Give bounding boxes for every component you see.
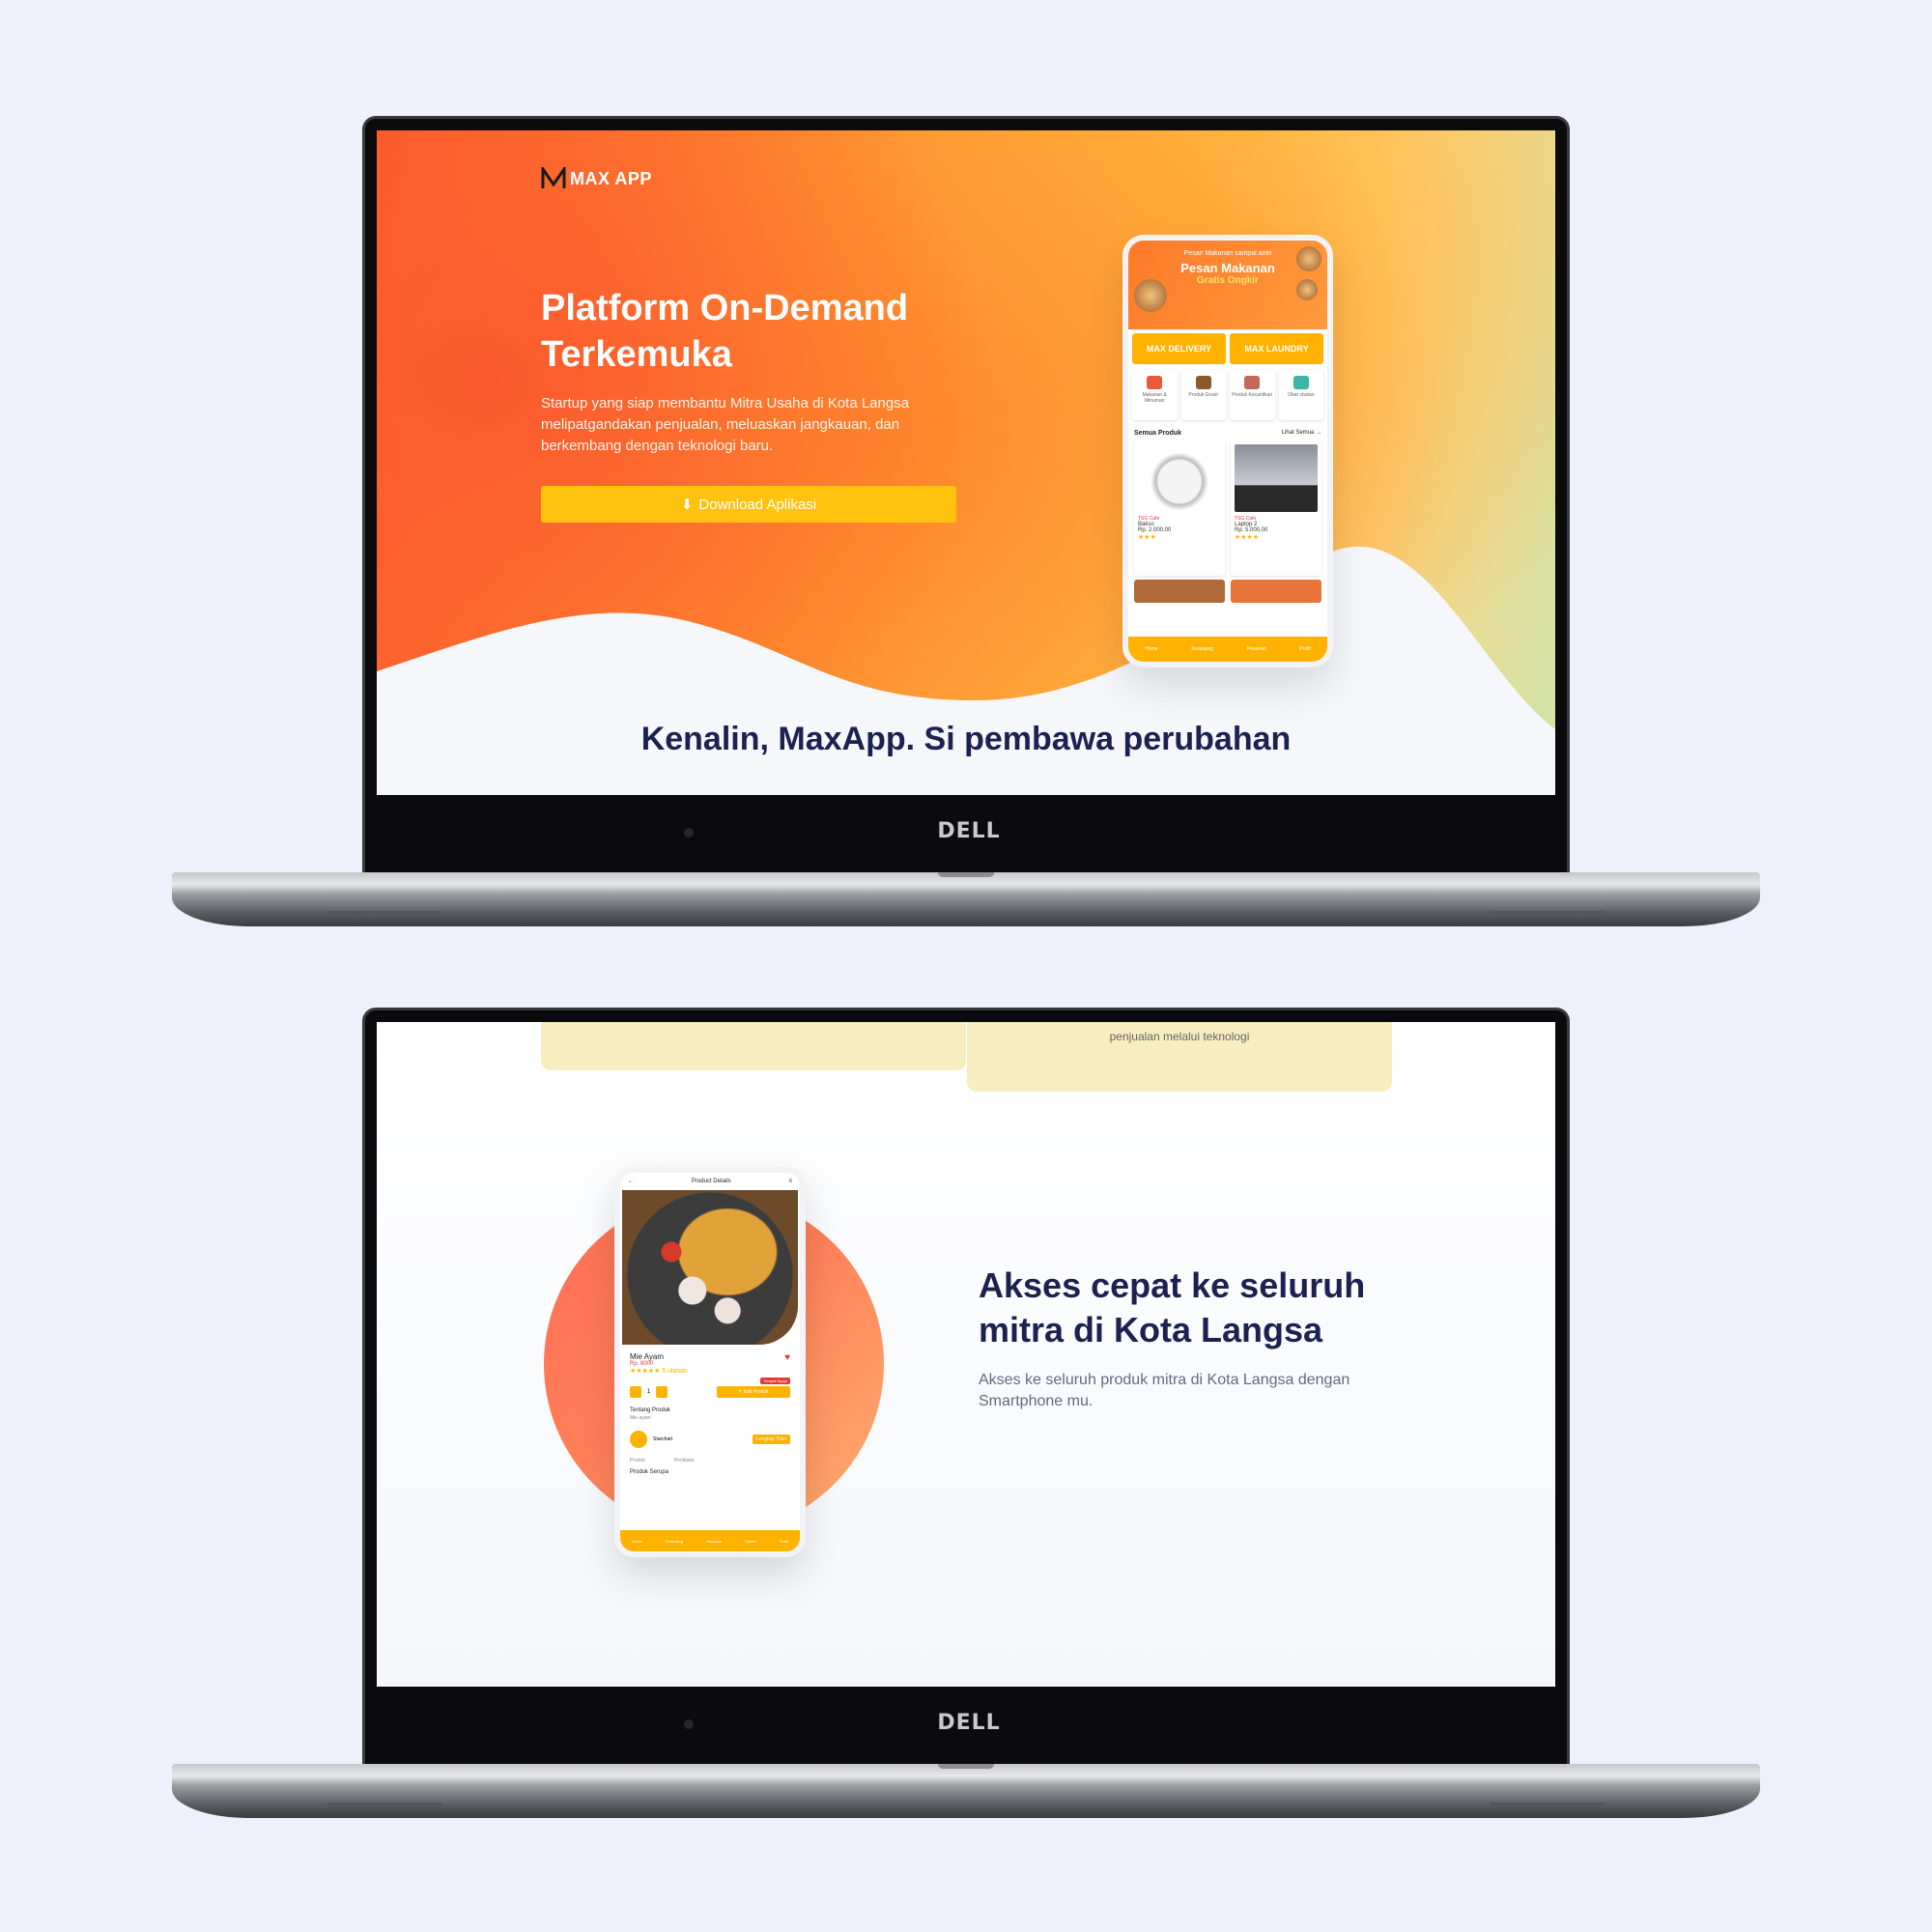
hero-title: Platform On-Demand Terkemuka (541, 288, 909, 375)
laptop-base (172, 1764, 1760, 1818)
feature-subtitle: Akses ke seluruh produk mitra di Kota La… (979, 1372, 1350, 1409)
nav-home[interactable]: Home (632, 1539, 642, 1544)
product-info: Mie Ayam Rp. 8000 ★★★★★ 5 ulasan ♥ Tempa… (620, 1345, 800, 1384)
section-heading: Kenalin, MaxApp. Si pembawa perubahan (640, 721, 1292, 757)
nav-saved[interactable]: Saved (745, 1539, 755, 1544)
stat-products: Produk (630, 1458, 645, 1463)
logo-icon (541, 167, 566, 188)
service-delivery[interactable]: MAX DELIVERY (1132, 333, 1226, 364)
plus-button[interactable] (656, 1386, 668, 1398)
cosmetics-icon (1244, 376, 1261, 389)
webcam (684, 1719, 694, 1729)
category-item[interactable]: Makanan & Minuman (1132, 370, 1178, 420)
vent (1490, 1803, 1605, 1805)
food-icon (1147, 376, 1163, 389)
laptop-notch (938, 872, 994, 877)
back-arrow-icon[interactable]: ← (628, 1179, 634, 1184)
about-label: Tentang Produk (630, 1407, 671, 1413)
info-card (541, 1022, 966, 1070)
logo[interactable]: MAX APP (541, 167, 652, 190)
category-list: Makanan & Minuman Produk Grosir Produk K… (1128, 368, 1327, 422)
product-card[interactable]: TSG Cafe Laptop 2 Rp. 5.000,00 ★★★★ (1231, 440, 1321, 576)
nav-orders[interactable]: Pesanan (706, 1539, 722, 1544)
product-thumb[interactable] (1231, 580, 1321, 603)
rating-stars: ★★★★ (1235, 534, 1260, 541)
download-button[interactable]: ⬇ Download Aplikasi (541, 486, 956, 523)
food-image (1134, 279, 1167, 312)
bottom-nav: Home Keranjang Pesanan Saved Profil (620, 1530, 800, 1551)
screen: MAX APP Platform On-Demand Terkemuka Sta… (377, 130, 1555, 795)
hero-subtitle: Startup yang siap membantu Mitra Usaha d… (541, 395, 910, 454)
product-rating: ★★★★★ 5 ulasan (630, 1368, 688, 1375)
webcam (684, 828, 694, 838)
product-image (622, 1190, 798, 1345)
nav-cart[interactable]: Keranjang (1191, 646, 1213, 652)
hero-section: MAX APP Platform On-Demand Terkemuka Sta… (377, 130, 1555, 795)
food-image (1296, 279, 1318, 300)
feature-title: Akses cepat ke seluruh mitra di Kota Lan… (979, 1265, 1366, 1350)
products-header: Semua Produk Lihat Semua → (1128, 422, 1327, 440)
nav-home[interactable]: Home (1145, 646, 1157, 652)
product-details-title: Product Details (691, 1179, 731, 1184)
category-item[interactable]: Obat obatan (1278, 370, 1323, 420)
category-item[interactable]: Produk Kecantikan (1230, 370, 1275, 420)
download-label: Download Aplikasi (698, 496, 817, 513)
promo-banner: Pesan Makanan sampai antri Pesan Makanan… (1128, 241, 1327, 329)
product-image (1138, 444, 1221, 512)
laptop-base (172, 872, 1760, 926)
shop-badge: Tempat Ngopi (760, 1378, 790, 1384)
visit-shop-button[interactable]: Lengkap Toko (752, 1435, 790, 1444)
medicine-icon (1293, 376, 1309, 389)
product-grid-row2 (1128, 576, 1327, 607)
laptop-bezel: penjualan melalui teknologi ← Product De… (362, 1008, 1570, 1764)
menu-icon[interactable]: ≡ (788, 1179, 792, 1184)
nav-cart[interactable]: Keranjang (666, 1539, 683, 1544)
bottom-nav: Home Keranjang Pesanan Profil (1128, 637, 1327, 662)
category-item[interactable]: Produk Grosir (1180, 370, 1226, 420)
phone-mockup-product: ← Product Details ≡ Mie Ayam Rp. 8000 ★★… (614, 1167, 806, 1557)
minus-button[interactable] (630, 1386, 641, 1398)
see-all-link[interactable]: Lihat Semua → (1282, 430, 1321, 437)
hero-wave (377, 546, 1555, 795)
logo-text: MAX APP (570, 168, 652, 188)
phone-header: ← Product Details ≡ (620, 1173, 800, 1190)
seller-avatar (630, 1431, 647, 1448)
laptop-brand-logo: DELL (937, 819, 1001, 843)
info-card-text: penjualan melalui teknologi (1109, 1030, 1250, 1043)
quantity-value: 1 (647, 1389, 651, 1395)
product-card[interactable]: TSG Cafe Bakso Rp. 2.000,00 ★★★ (1134, 440, 1225, 576)
feature-section: penjualan melalui teknologi ← Product De… (377, 1022, 1555, 1687)
stat-ratings: Penilaian (673, 1458, 695, 1463)
service-buttons: MAX DELIVERY MAX LAUNDRY (1128, 329, 1327, 368)
seller-row: Starchart Lengkap Toko (620, 1421, 800, 1458)
nav-profile[interactable]: Profil (1299, 646, 1310, 652)
screen: penjualan melalui teknologi ← Product De… (377, 1022, 1555, 1687)
products-label: Semua Produk (1134, 430, 1182, 437)
heart-icon[interactable]: ♥ (784, 1352, 790, 1363)
nav-profile[interactable]: Profil (780, 1539, 788, 1544)
vent (327, 1803, 442, 1805)
product-image (1235, 444, 1318, 512)
nav-orders[interactable]: Pesanan (1247, 646, 1266, 652)
service-laundry[interactable]: MAX LAUNDRY (1230, 333, 1323, 364)
vent (1490, 911, 1605, 914)
food-image (1296, 246, 1321, 271)
product-name: Mie Ayam (630, 1352, 664, 1361)
laptop-brand-logo: DELL (937, 1711, 1001, 1735)
product-grid: TSG Cafe Bakso Rp. 2.000,00 ★★★ TSG Cafe… (1128, 440, 1327, 576)
basket-icon (1195, 376, 1211, 389)
laptop-bezel: MAX APP Platform On-Demand Terkemuka Sta… (362, 116, 1570, 872)
phone-mockup-home: Pesan Makanan sampai antri Pesan Makanan… (1122, 235, 1333, 668)
vent (327, 911, 442, 914)
rating-stars: ★★★ (1138, 534, 1156, 541)
laptop-notch (938, 1764, 994, 1769)
product-thumb[interactable] (1134, 580, 1225, 603)
seller-name: Starchart (653, 1436, 673, 1442)
quantity-stepper: 1 ✎ Edit Produk (620, 1382, 800, 1402)
similar-label: Produk Serupa (630, 1469, 669, 1475)
edit-product-button[interactable]: ✎ Edit Produk (717, 1386, 790, 1398)
download-icon: ⬇ (680, 497, 694, 513)
